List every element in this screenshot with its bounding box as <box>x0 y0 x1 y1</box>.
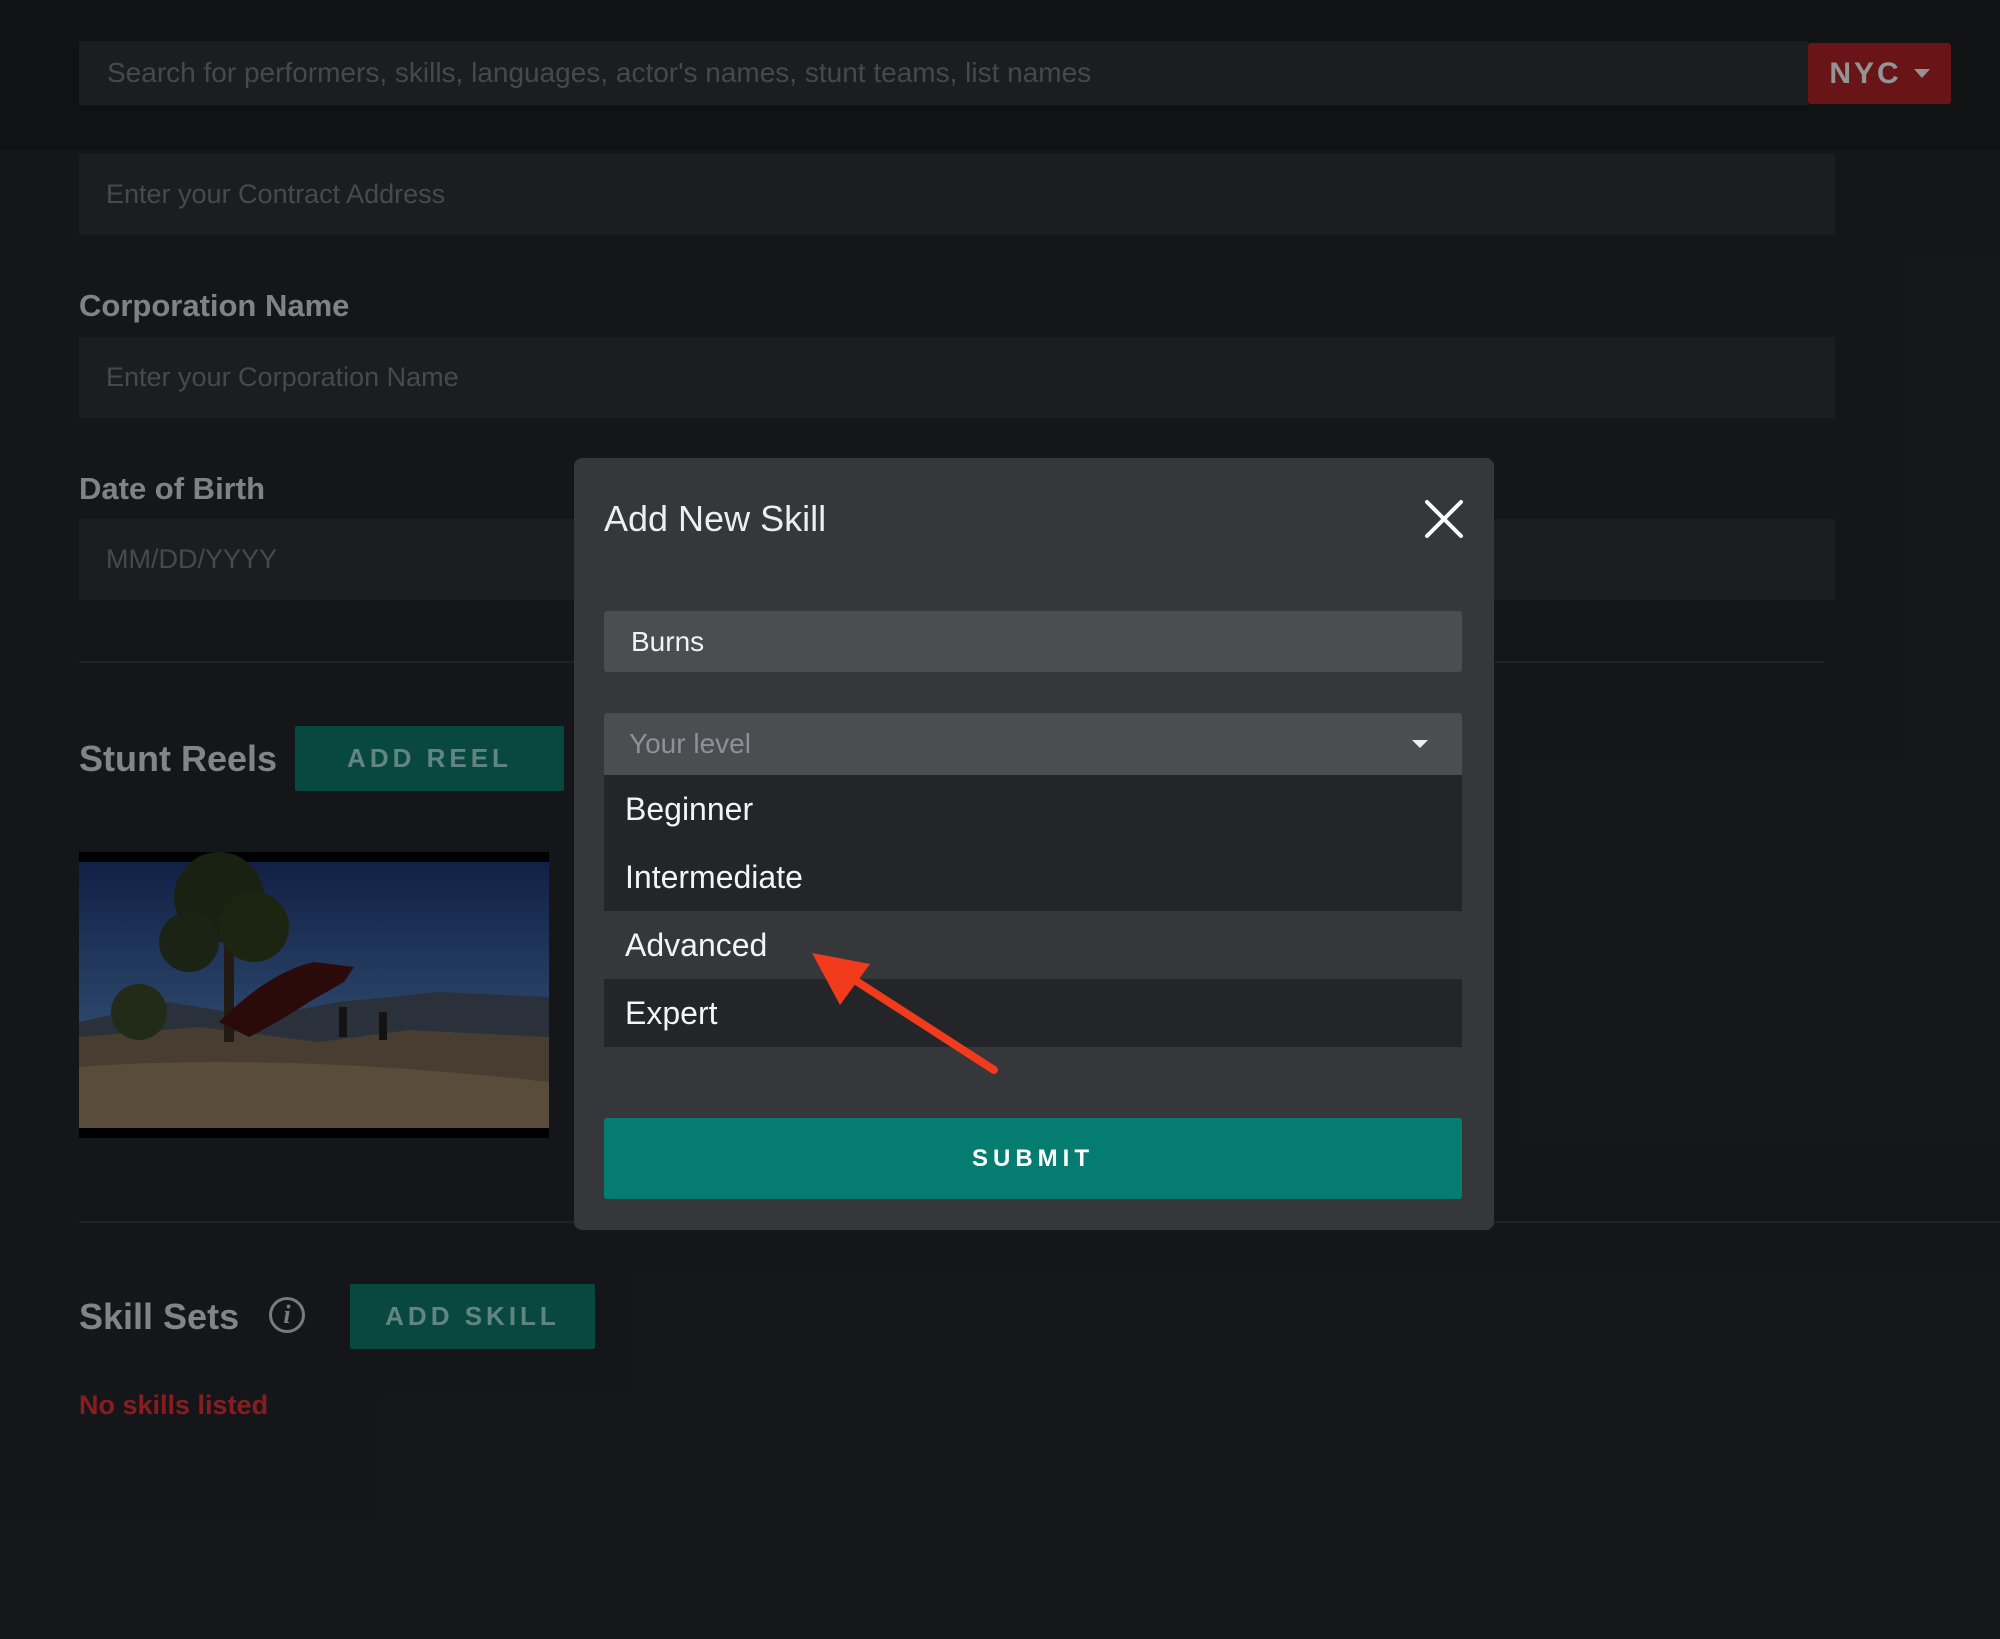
level-option-intermediate[interactable]: Intermediate <box>604 843 1462 911</box>
level-placeholder: Your level <box>629 728 751 759</box>
level-options-list: Beginner Intermediate Advanced Expert <box>604 775 1462 1047</box>
level-option-advanced[interactable]: Advanced <box>604 911 1462 979</box>
skill-name-field[interactable] <box>604 611 1462 672</box>
level-option-expert[interactable]: Expert <box>604 979 1462 1047</box>
level-select[interactable]: Your level <box>604 713 1462 775</box>
close-icon[interactable] <box>1423 498 1465 540</box>
caret-down-icon <box>1412 740 1428 748</box>
modal-title: Add New Skill <box>604 498 827 539</box>
level-option-beginner[interactable]: Beginner <box>604 775 1462 843</box>
submit-button[interactable]: SUBMIT <box>604 1118 1462 1199</box>
skill-name-input[interactable] <box>629 624 1462 659</box>
add-skill-modal: Add New Skill Your level Beginner Interm… <box>574 458 1494 1230</box>
